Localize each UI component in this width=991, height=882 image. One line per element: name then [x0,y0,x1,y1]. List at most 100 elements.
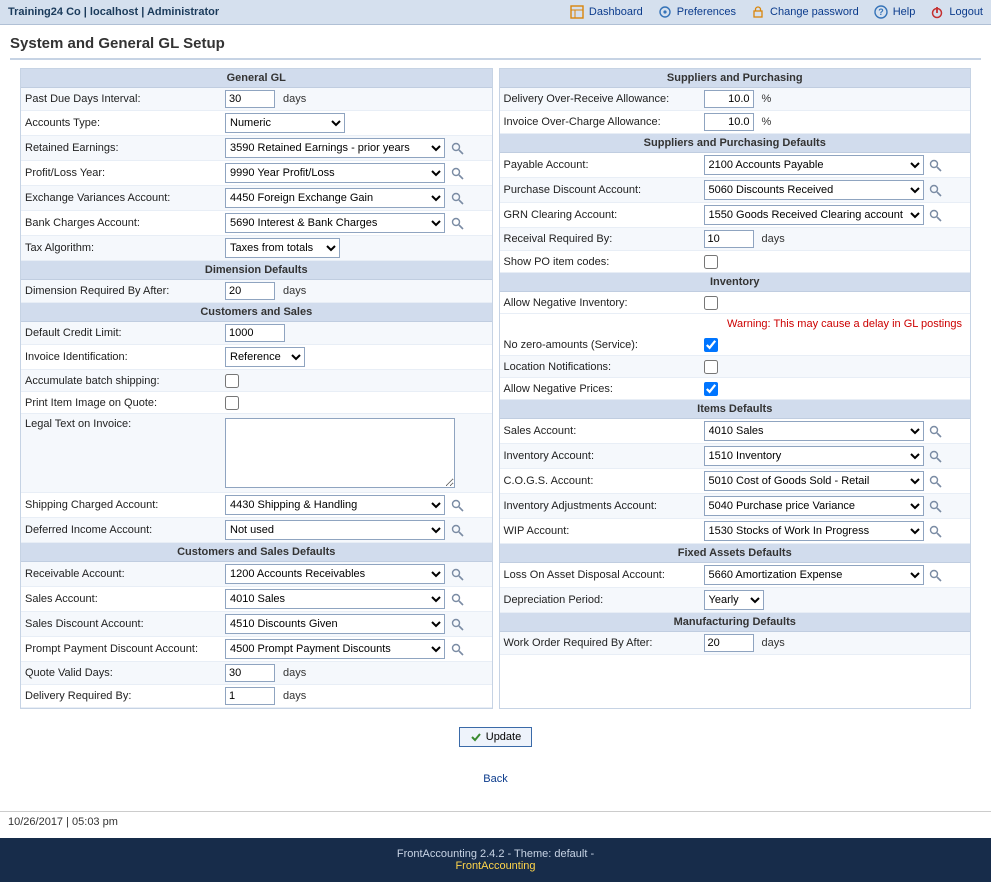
wo-label: Work Order Required By After: [504,637,704,649]
invadj-label: Inventory Adjustments Account: [504,500,704,512]
dimreq-label: Dimension Required By After: [25,285,225,297]
quote-input[interactable] [225,664,275,682]
footer-link[interactable]: FrontAccounting [455,860,535,872]
recv-select[interactable]: 1200 Accounts Receivables [225,564,445,584]
delreq-label: Delivery Required By: [25,690,225,702]
grn-select[interactable]: 1550 Goods Received Clearing account [704,205,924,225]
loss-label: Loss On Asset Disposal Account: [504,569,704,581]
dimreq-input[interactable] [225,282,275,300]
sales-select[interactable]: 4010 Sales [225,589,445,609]
search-icon[interactable] [928,448,944,464]
shipchg-select[interactable]: 4430 Shipping & Handling [225,495,445,515]
search-icon[interactable] [449,566,465,582]
invid-select[interactable]: Reference [225,347,305,367]
section-dimension: Dimension Defaults [21,261,492,280]
datetime: 10/26/2017 | 05:03 pm [0,812,991,832]
bankchg-select[interactable]: 5690 Interest & Bank Charges [225,213,445,233]
invid-label: Invoice Identification: [25,351,225,363]
over-recv-label: Delivery Over-Receive Allowance: [504,93,704,105]
exvar-label: Exchange Variances Account: [25,192,225,204]
sdisc-select[interactable]: 4510 Discounts Given [225,614,445,634]
preferences-link[interactable]: Preferences [657,4,736,20]
accum-checkbox[interactable] [225,374,239,388]
isales-label: Sales Account: [504,425,704,437]
pdisc-label: Purchase Discount Account: [504,184,704,196]
credit-input[interactable] [225,324,285,342]
printimg-checkbox[interactable] [225,396,239,410]
change-password-link[interactable]: Change password [750,4,859,20]
search-icon[interactable] [928,157,944,173]
section-inventory: Inventory [500,273,971,292]
wo-input[interactable] [704,634,754,652]
nozero-checkbox[interactable] [704,338,718,352]
search-icon[interactable] [449,522,465,538]
accounts-type-select[interactable]: Numeric [225,113,345,133]
accum-label: Accumulate batch shipping: [25,375,225,387]
update-button[interactable]: Update [459,727,532,747]
deprec-select[interactable]: Yearly [704,590,764,610]
gear-icon [657,4,673,20]
help-label: Help [893,6,916,18]
over-recv-input[interactable] [704,90,754,108]
cogs-select[interactable]: 5010 Cost of Goods Sold - Retail [704,471,924,491]
pdisc-select[interactable]: 5060 Discounts Received [704,180,924,200]
wip-select[interactable]: 1530 Stocks of Work In Progress [704,521,924,541]
back-link[interactable]: Back [0,773,991,785]
definc-label: Deferred Income Account: [25,524,225,536]
search-icon[interactable] [928,473,944,489]
delreq-input[interactable] [225,687,275,705]
invadj-select[interactable]: 5040 Purchase price Variance [704,496,924,516]
neginv-checkbox[interactable] [704,296,718,310]
search-icon[interactable] [449,190,465,206]
search-icon[interactable] [928,498,944,514]
bankchg-label: Bank Charges Account: [25,217,225,229]
dashboard-link[interactable]: Dashboard [569,4,643,20]
locnot-checkbox[interactable] [704,360,718,374]
legal-textarea[interactable] [225,418,455,488]
check-icon [470,731,482,743]
search-icon[interactable] [449,140,465,156]
retained-select[interactable]: 3590 Retained Earnings - prior years [225,138,445,158]
search-icon[interactable] [449,591,465,607]
topbar: Training24 Co | localhost | Administrato… [0,0,991,25]
iinv-select[interactable]: 1510 Inventory [704,446,924,466]
search-icon[interactable] [449,616,465,632]
legal-label: Legal Text on Invoice: [25,418,225,430]
isales-select[interactable]: 4010 Sales [704,421,924,441]
pl-year-select[interactable]: 9990 Year Profit/Loss [225,163,445,183]
search-icon[interactable] [449,497,465,513]
payable-select[interactable]: 2100 Accounts Payable [704,155,924,175]
past-due-input[interactable] [225,90,275,108]
search-icon[interactable] [928,182,944,198]
ppd-select[interactable]: 4500 Prompt Payment Discounts [225,639,445,659]
search-icon[interactable] [449,165,465,181]
topbar-links: Dashboard Preferences Change password ? … [569,4,983,20]
definc-select[interactable]: Not used [225,520,445,540]
search-icon[interactable] [928,207,944,223]
recvby-input[interactable] [704,230,754,248]
negprice-checkbox[interactable] [704,382,718,396]
tax-select[interactable]: Taxes from totals [225,238,340,258]
sdisc-label: Sales Discount Account: [25,618,225,630]
search-icon[interactable] [928,567,944,583]
search-icon[interactable] [449,215,465,231]
tax-label: Tax Algorithm: [25,242,225,254]
change-password-label: Change password [770,6,859,18]
printimg-label: Print Item Image on Quote: [25,397,225,409]
quote-label: Quote Valid Days: [25,667,225,679]
lock-icon [750,4,766,20]
logout-link[interactable]: Logout [929,4,983,20]
loss-select[interactable]: 5660 Amortization Expense [704,565,924,585]
search-icon[interactable] [928,423,944,439]
search-icon[interactable] [449,641,465,657]
exvar-select[interactable]: 4450 Foreign Exchange Gain [225,188,445,208]
search-icon[interactable] [928,523,944,539]
help-link[interactable]: ? Help [873,4,916,20]
credit-label: Default Credit Limit: [25,327,225,339]
over-chg-input[interactable] [704,113,754,131]
locnot-label: Location Notifications: [504,361,704,373]
wip-label: WIP Account: [504,525,704,537]
showpo-checkbox[interactable] [704,255,718,269]
company-info: Training24 Co | localhost | Administrato… [8,6,219,18]
power-icon [929,4,945,20]
